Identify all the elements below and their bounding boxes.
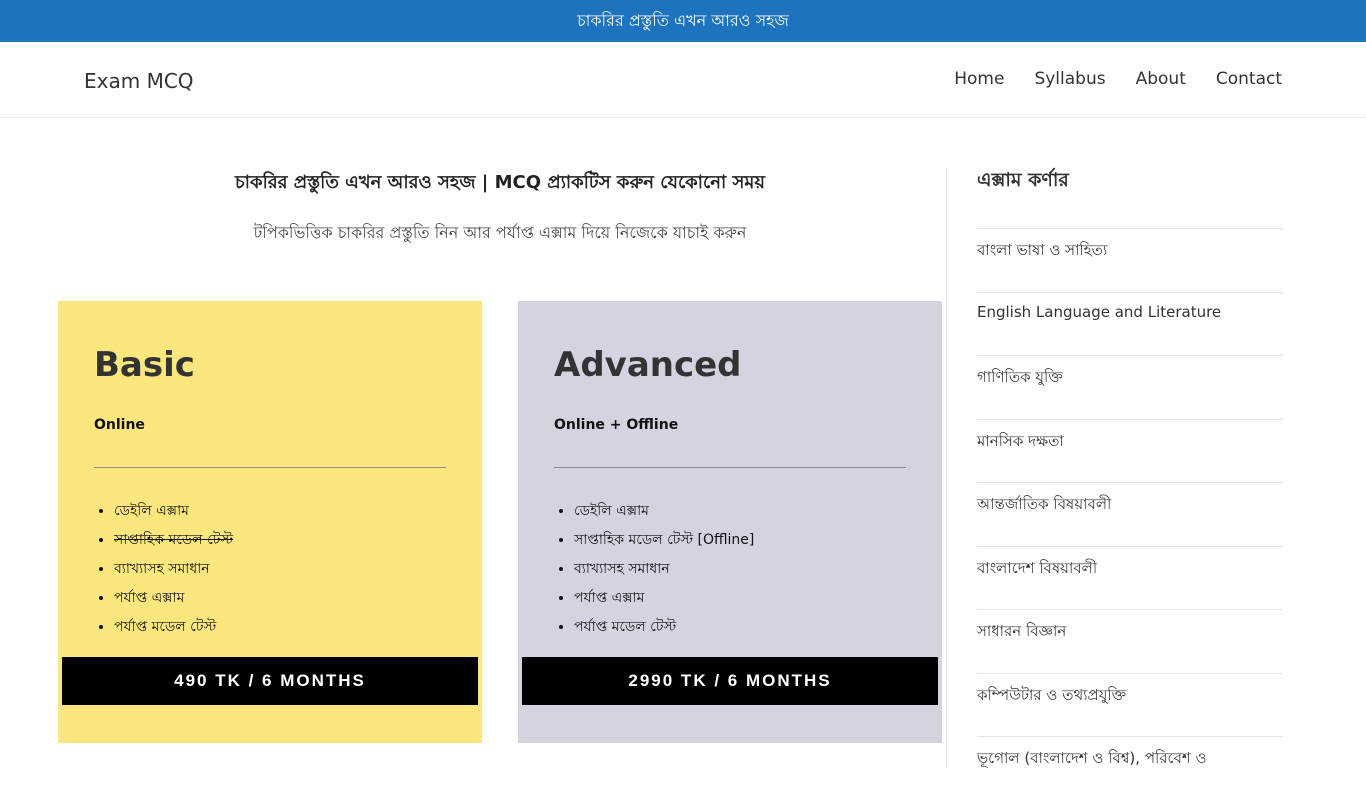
sidebar-item: মানসিক দক্ষতা [977, 418, 1283, 483]
sidebar-item: বাংলাদেশ বিষয়াবলী [977, 545, 1283, 610]
page-headline: চাকরির প্রস্তুতি এখন আরও সহজ | MCQ প্র্য… [235, 172, 765, 193]
sidebar-link[interactable]: সাধারন বিজ্ঞান [977, 622, 1066, 640]
sidebar-link[interactable]: ভূগোল (বাংলাদেশ ও বিশ্ব), পরিবেশ ও [977, 749, 1207, 767]
list-item: ডেইলি এক্সাম [574, 500, 754, 529]
plan-card-basic: Basic Online ডেইলি এক্সাম সাপ্তাহিক মডেল… [58, 301, 482, 743]
nav-about[interactable]: About [1136, 69, 1186, 89]
plan-card-advanced: Advanced Online + Offline ডেইলি এক্সাম স… [518, 301, 942, 743]
list-item: ব্যাখ্যাসহ সমাধান [114, 558, 233, 587]
plan-feature-list: ডেইলি এক্সাম সাপ্তাহিক মডেল টেস্ট [Offli… [574, 500, 754, 645]
list-item: পর্যাপ্ত মডেল টেস্ট [114, 616, 233, 645]
sidebar-list: বাংলা ভাষা ও সাহিত্য English Language an… [977, 228, 1283, 800]
main-nav: Home Syllabus About Contact [954, 69, 1282, 89]
list-item: সাপ্তাহিক মডেল টেস্ট [Offline] [574, 529, 754, 558]
sidebar-item: English Language and Literature [977, 291, 1283, 356]
sidebar-item: বাংলা ভাষা ও সাহিত্য [977, 228, 1283, 292]
sidebar-item: সাধারন বিজ্ঞান [977, 609, 1283, 673]
nav-syllabus[interactable]: Syllabus [1034, 69, 1105, 89]
list-item: পর্যাপ্ত মডেল টেস্ট [574, 616, 754, 645]
nav-contact[interactable]: Contact [1216, 69, 1282, 89]
main-content: চাকরির প্রস্তুতি এখন আরও সহজ | MCQ প্র্য… [58, 118, 942, 768]
sidebar-link[interactable]: আন্তর্জাতিক বিষয়াবলী [977, 495, 1111, 513]
sidebar-link[interactable]: বাংলাদেশ বিষয়াবলী [977, 559, 1097, 577]
list-item: ডেইলি এক্সাম [114, 500, 233, 529]
plan-mode: Online [94, 417, 145, 433]
announcement-text: চাকরির প্রস্তুতি এখন আরও সহজ [577, 10, 789, 30]
site-header: Exam MCQ Home Syllabus About Contact [0, 42, 1366, 118]
top-announcement-bar: চাকরির প্রস্তুতি এখন আরও সহজ [0, 0, 1366, 42]
plan-price-button-basic[interactable]: 490 TK / 6 MONTHS [62, 657, 478, 705]
list-item: সাপ্তাহিক মডেল টেস্ট [114, 529, 233, 558]
plan-divider [94, 467, 446, 468]
sidebar-link[interactable]: গাণিতিক যুক্তি [977, 368, 1063, 386]
sidebar-link[interactable]: English Language and Literature [977, 303, 1221, 321]
sidebar-link[interactable]: মানসিক দক্ষতা [977, 432, 1064, 450]
sidebar-link[interactable]: কম্পিউটার ও তথ্যপ্রযুক্তি [977, 686, 1126, 704]
sidebar-link[interactable]: বাংলা ভাষা ও সাহিত্য [977, 241, 1107, 259]
sidebar-item: আন্তর্জাতিক বিষয়াবলী [977, 482, 1283, 546]
plan-title: Basic [94, 345, 195, 385]
plan-feature-list: ডেইলি এক্সাম সাপ্তাহিক মডেল টেস্ট ব্যাখ্… [114, 500, 233, 645]
list-item: ব্যাখ্যাসহ সমাধান [574, 558, 754, 587]
sidebar-item: গাণিতিক যুক্তি [977, 355, 1283, 419]
sidebar-title: এক্সাম কর্ণার [977, 169, 1069, 191]
plan-title: Advanced [554, 345, 742, 385]
sidebar-divider [946, 168, 947, 768]
plan-divider [554, 467, 906, 468]
nav-home[interactable]: Home [954, 69, 1004, 89]
list-item: পর্যাপ্ত এক্সাম [574, 587, 754, 616]
plan-mode: Online + Offline [554, 417, 679, 433]
site-logo[interactable]: Exam MCQ [84, 69, 194, 93]
sidebar-item: কম্পিউটার ও তথ্যপ্রযুক্তি [977, 672, 1283, 737]
plan-price-button-advanced[interactable]: 2990 TK / 6 MONTHS [522, 657, 938, 705]
list-item: পর্যাপ্ত এক্সাম [114, 587, 233, 616]
page-subline: টপিকভিত্তিক চাকরির প্রস্তুতি নিন আর পর্য… [253, 223, 747, 242]
